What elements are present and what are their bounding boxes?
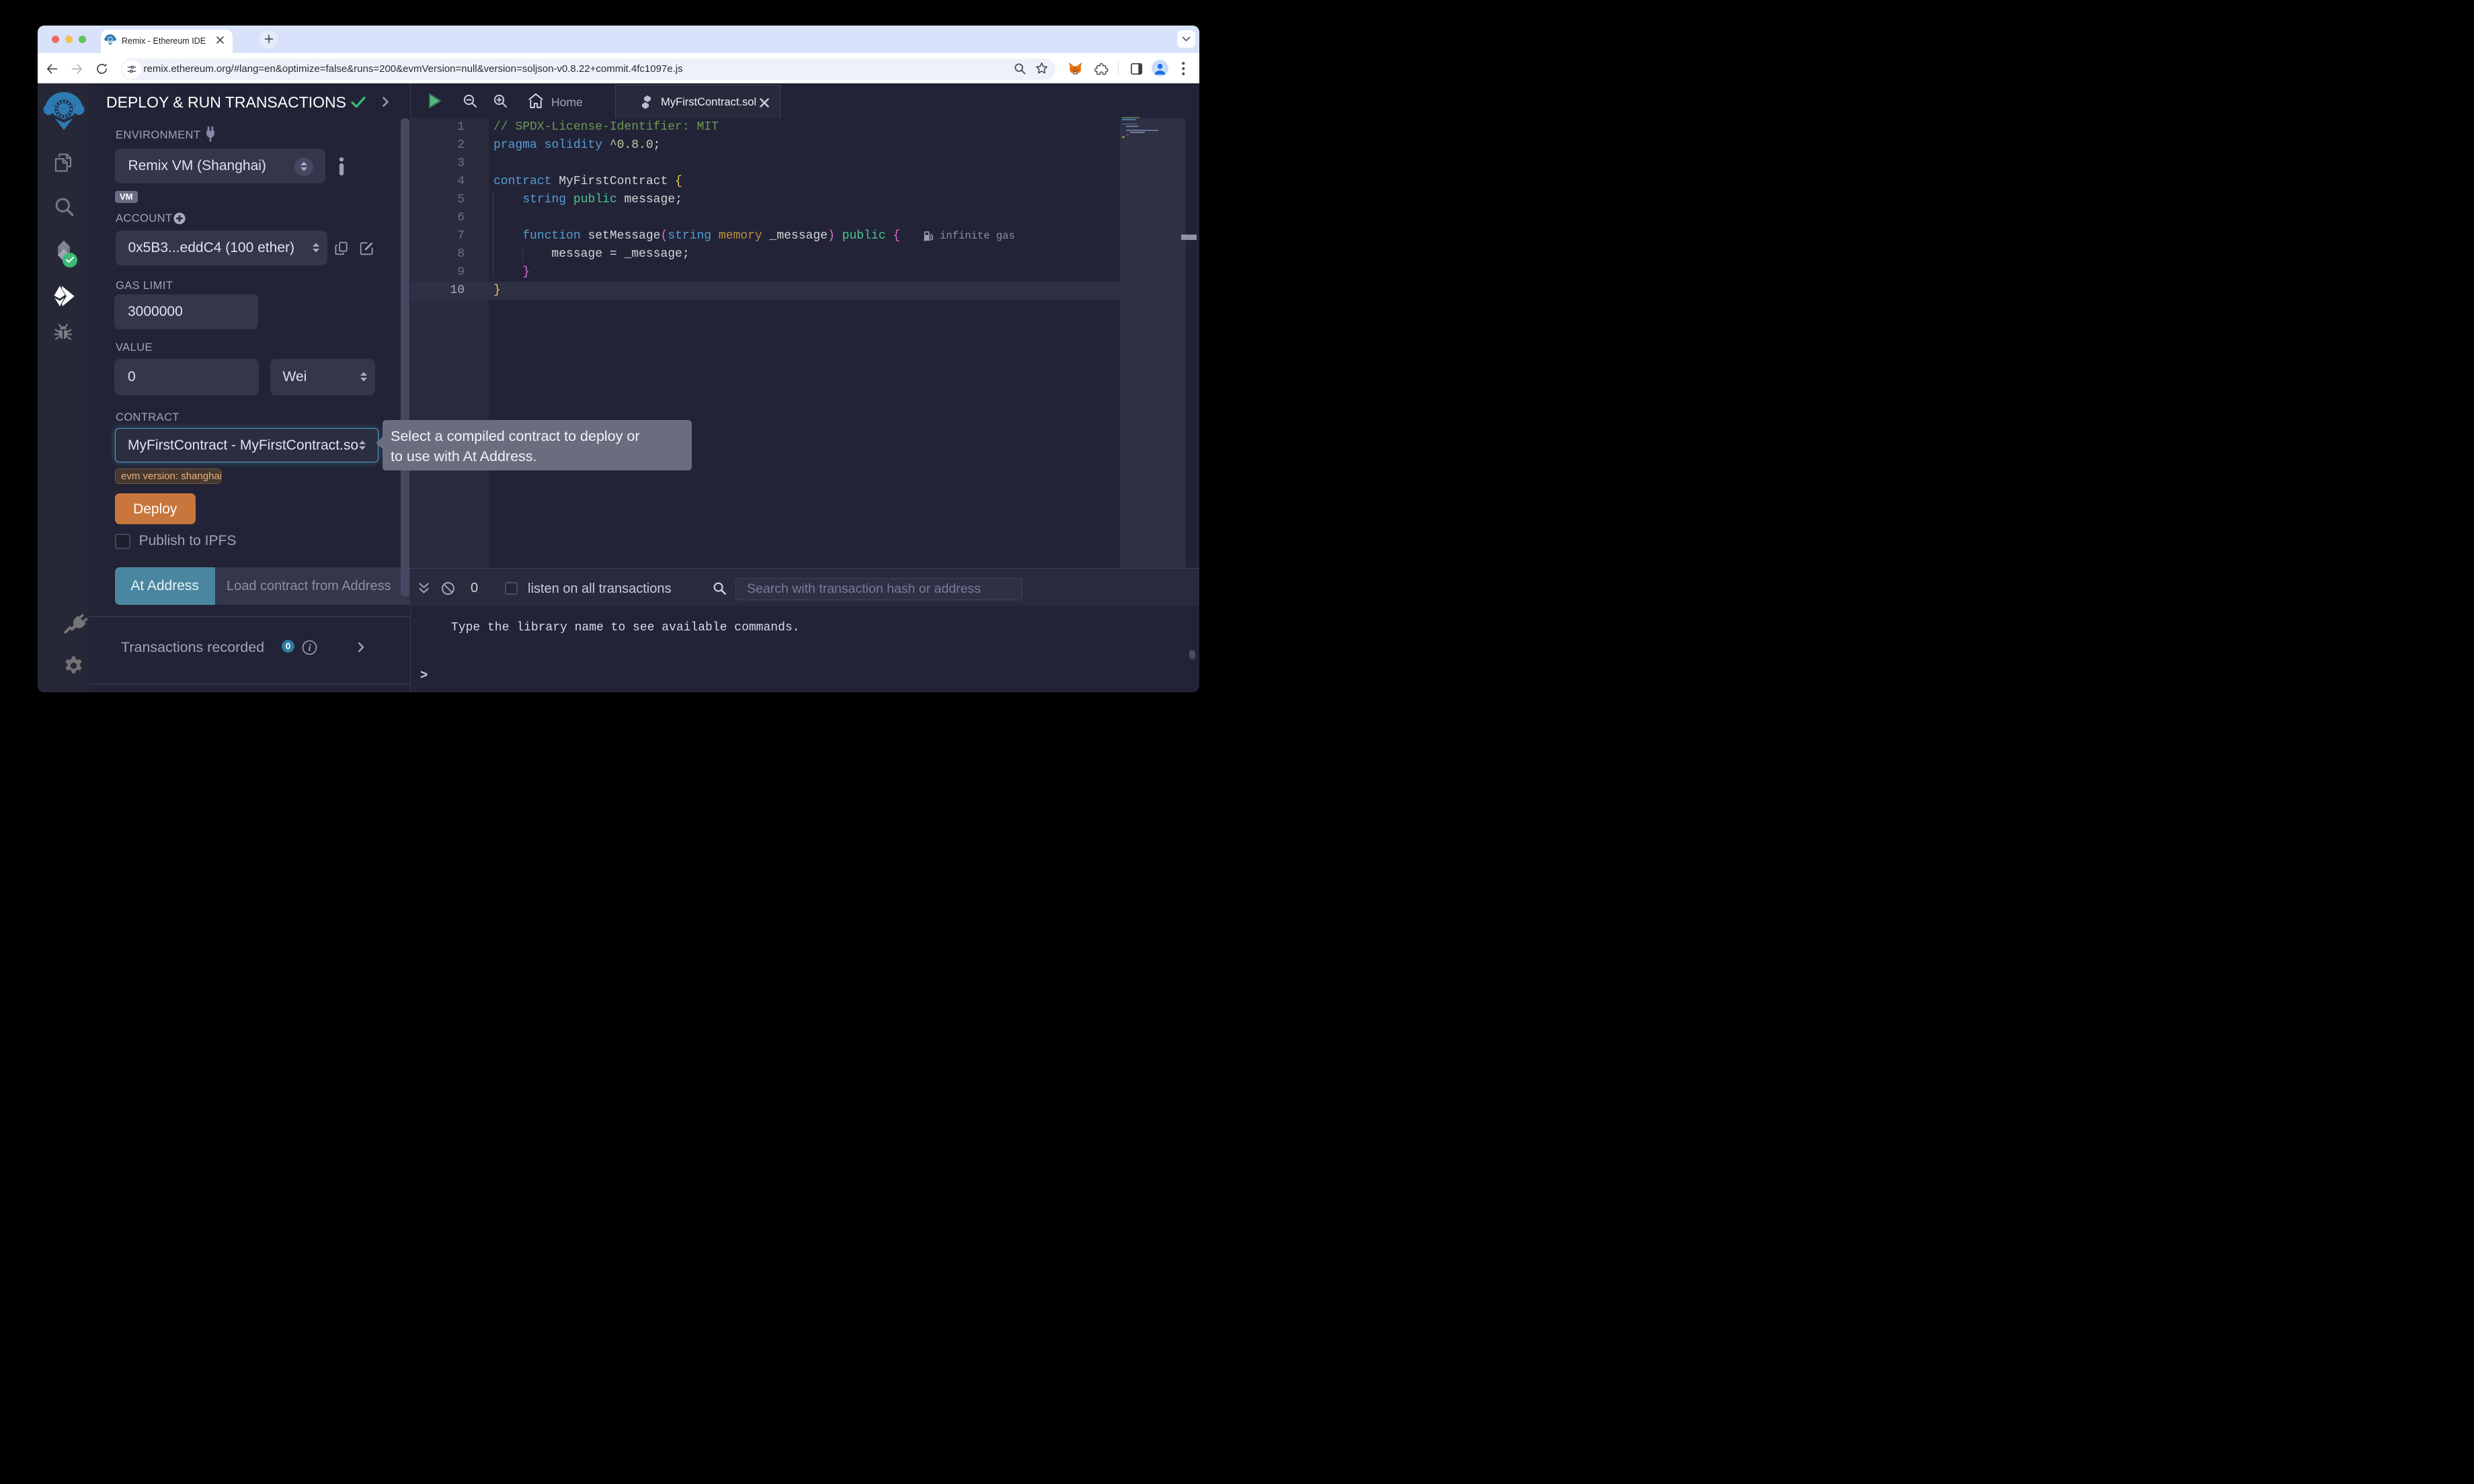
svg-text:i: i <box>308 643 311 654</box>
